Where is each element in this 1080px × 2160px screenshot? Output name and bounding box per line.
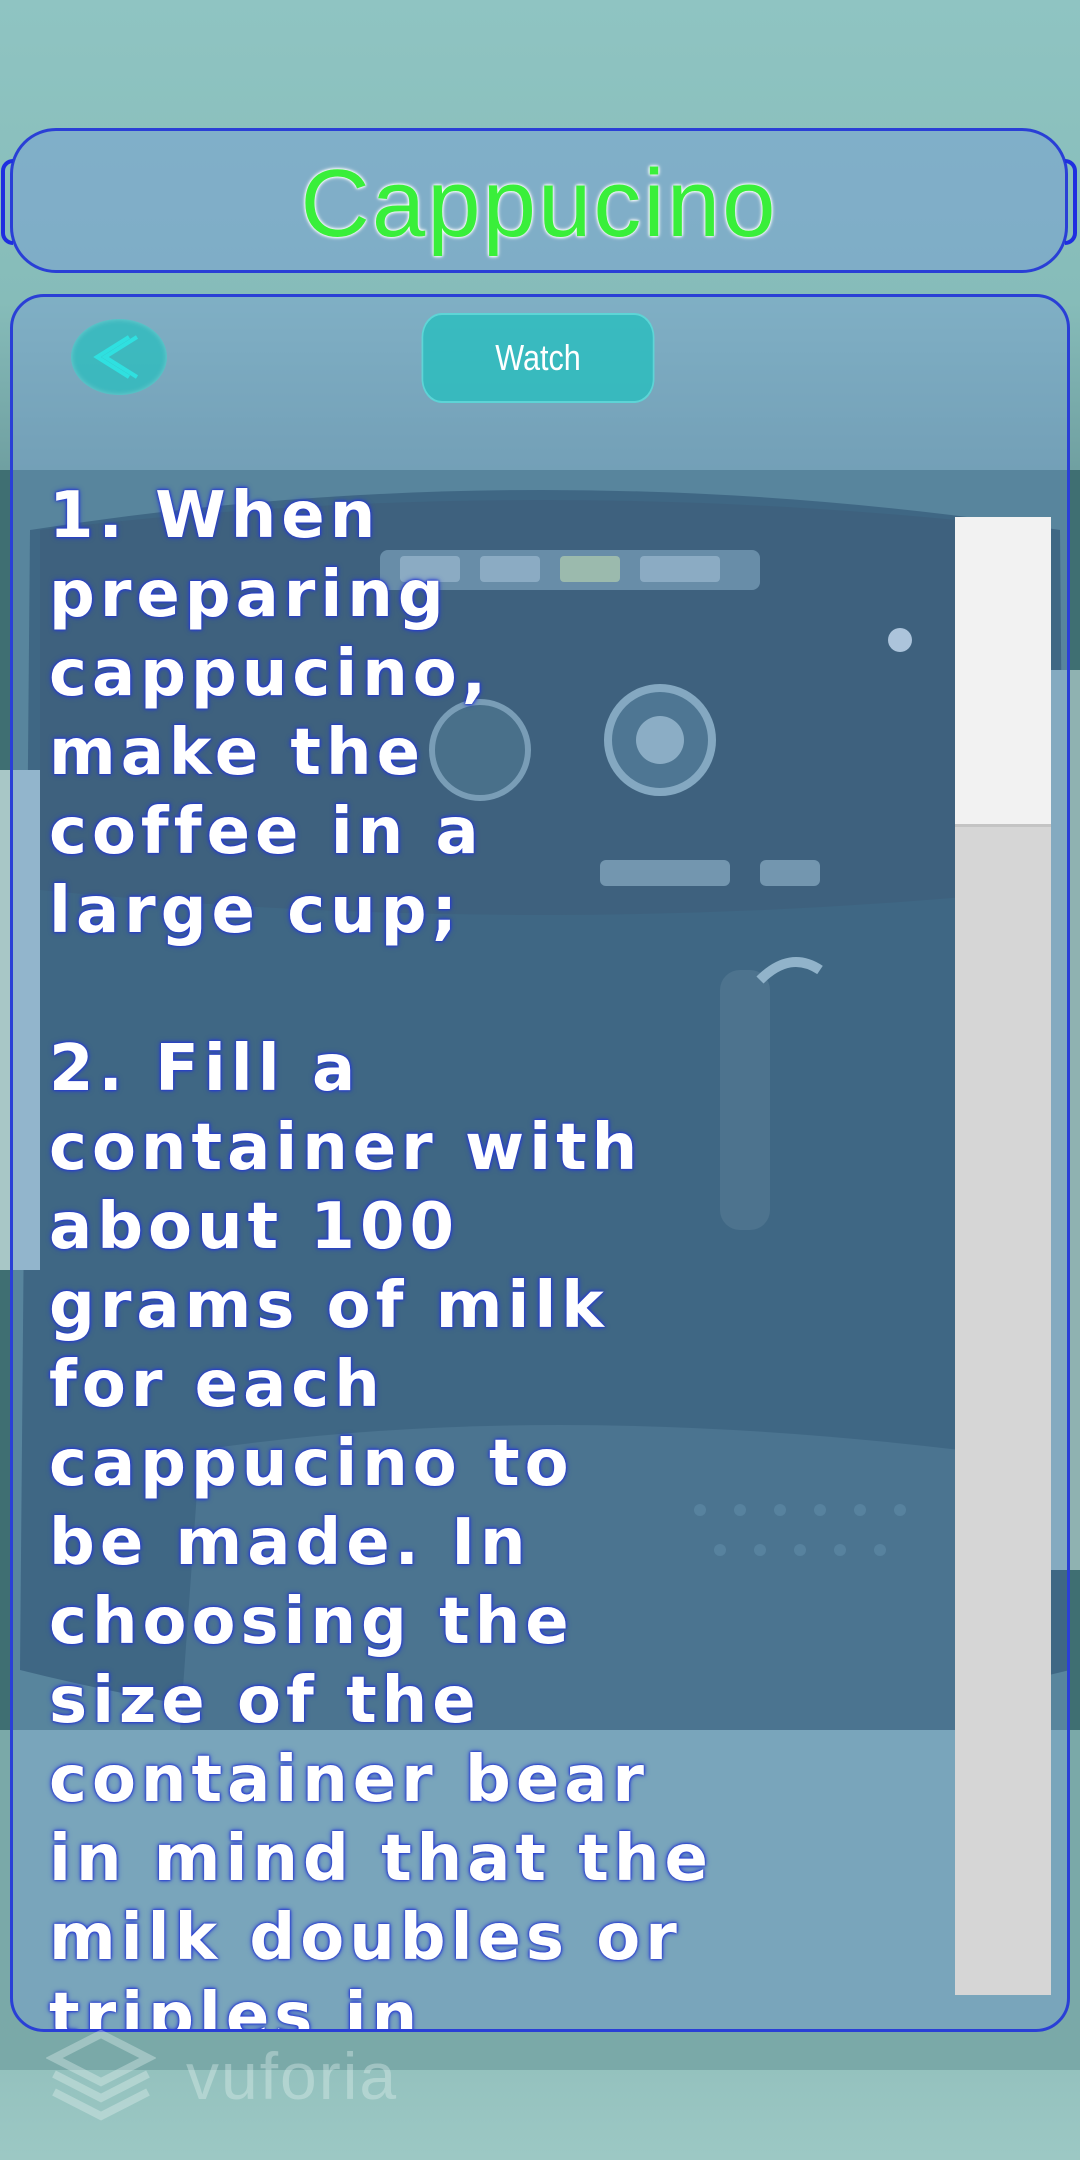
recipe-panel: Watch 1. When preparing cappucino, make … bbox=[10, 294, 1070, 2032]
scrollbar-thumb[interactable] bbox=[955, 517, 1051, 827]
vuforia-watermark: vuforia bbox=[46, 2030, 506, 2130]
recipe-instructions: 1. When preparing cappucino, make the co… bbox=[49, 479, 713, 2032]
back-button[interactable] bbox=[71, 319, 167, 395]
title-banner: Cappucino bbox=[1, 128, 1077, 273]
watch-button[interactable]: Watch bbox=[421, 313, 655, 403]
chevron-left-icon bbox=[93, 335, 139, 379]
page-title: Cappucino bbox=[300, 150, 778, 257]
vuforia-logo-icon bbox=[46, 2030, 156, 2121]
scrollbar[interactable] bbox=[955, 517, 1051, 1995]
watermark-text: vuforia bbox=[186, 2039, 399, 2113]
